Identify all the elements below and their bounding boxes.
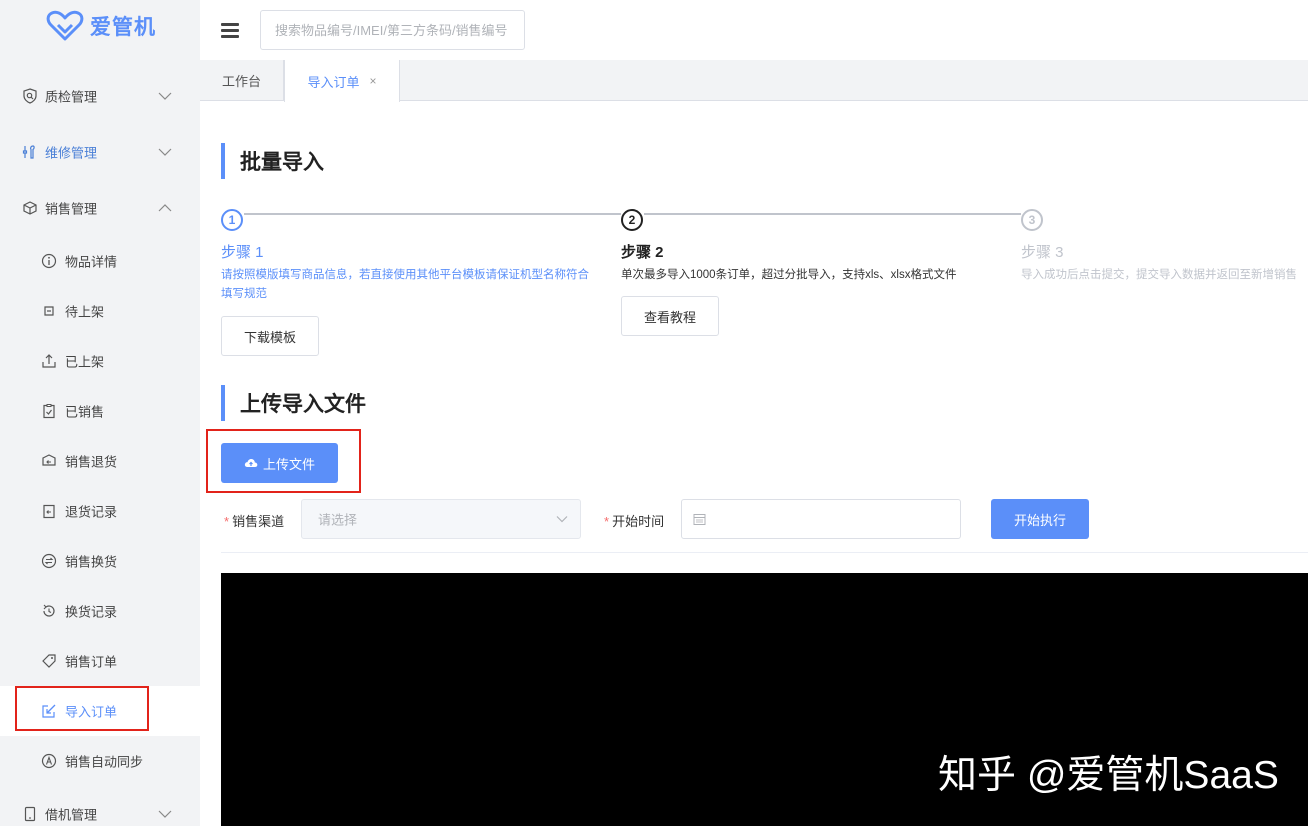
tab-label: 导入订单: [307, 74, 360, 90]
heart-logo-icon: [46, 10, 84, 41]
logo-text: 爱管机: [90, 16, 156, 39]
close-icon[interactable]: ×: [370, 74, 377, 88]
sales-channel-label: * 销售渠道: [224, 511, 284, 530]
chevron-down-icon: [158, 92, 172, 100]
calendar-icon: [693, 514, 706, 525]
sales-channel-text: 销售渠道: [232, 514, 285, 529]
sidebar-item-item-details[interactable]: 物品详情: [0, 236, 200, 286]
info-icon: [41, 253, 57, 269]
chevron-down-icon: [158, 148, 172, 156]
download-template-button[interactable]: 下载模板: [221, 316, 319, 356]
upload-icon: [42, 354, 56, 368]
tab-import-order[interactable]: 导入订单 ×: [284, 60, 400, 102]
clipboard-check-icon: [43, 404, 55, 419]
sidebar-group-loan[interactable]: 借机管理: [0, 786, 200, 826]
sidebar-item-label: 已销售: [65, 404, 105, 420]
tab-bar: 工作台 导入订单 ×: [200, 60, 1308, 102]
required-mark: *: [604, 514, 610, 529]
sidebar-item-exchange-record[interactable]: 换货记录: [0, 586, 200, 636]
tab-label: 工作台: [221, 74, 261, 89]
step-connector: [644, 213, 1021, 215]
view-tutorial-button[interactable]: 查看教程: [621, 296, 719, 336]
step-3-number: 3: [1021, 209, 1043, 231]
sidebar-item-pending-shelf[interactable]: 待上架: [0, 286, 200, 336]
sidebar-item-label: 销售自动同步: [65, 754, 144, 770]
box-icon: [23, 201, 37, 215]
batch-import-title: 批量导入: [221, 143, 324, 179]
history-icon: [43, 604, 55, 617]
sidebar-item-label: 销售订单: [65, 654, 118, 670]
search-input[interactable]: [260, 10, 525, 50]
sidebar-item-return-record[interactable]: 退货记录: [0, 486, 200, 536]
sidebar-item-sales-exchange[interactable]: 销售换货: [0, 536, 200, 586]
sidebar-group-label: 维修管理: [45, 145, 98, 161]
start-time-text: 开始时间: [612, 514, 665, 529]
step-1-title: 步骤 1: [221, 244, 264, 261]
sidebar-item-sales-order[interactable]: 销售订单: [0, 636, 200, 686]
sidebar-item-sales-return[interactable]: 销售退货: [0, 436, 200, 486]
shield-search-icon: [23, 88, 37, 104]
sales-channel-select[interactable]: 请选择: [301, 499, 581, 539]
auto-sync-icon: [41, 753, 57, 769]
sidebar-group-label: 销售管理: [45, 201, 98, 217]
sidebar-item-label: 销售换货: [65, 554, 118, 570]
sidebar-item-label: 待上架: [65, 304, 105, 320]
chevron-up-icon: [158, 204, 172, 212]
upload-file-button[interactable]: 上传文件: [221, 443, 338, 483]
step-1-desc: 请按照模版填写商品信息，若直接使用其他平台模板请保证机型名称符合填写规范: [221, 269, 589, 300]
upload-file-label: 上传文件: [262, 456, 315, 472]
cloud-upload-icon: [244, 458, 258, 467]
menu-toggle-icon[interactable]: [221, 23, 239, 39]
required-mark: *: [224, 514, 230, 529]
step-1-number: 1: [221, 209, 243, 231]
sidebar-group-sales[interactable]: 销售管理: [0, 180, 200, 236]
sidebar-group-label: 借机管理: [45, 807, 98, 823]
chevron-down-icon: [556, 516, 568, 523]
sidebar-group-label: 质检管理: [45, 89, 98, 105]
start-execute-button[interactable]: 开始执行: [991, 499, 1089, 539]
sidebar-item-on-shelf[interactable]: 已上架: [0, 336, 200, 386]
sidebar-item-label: 已上架: [65, 354, 105, 370]
start-time-picker[interactable]: [681, 499, 961, 539]
sidebar-group-repair[interactable]: 维修管理: [0, 124, 200, 180]
sidebar-group-quality[interactable]: 质检管理: [0, 68, 200, 124]
step-2-title: 步骤 2: [621, 244, 664, 261]
sidebar-item-auto-sync[interactable]: 销售自动同步: [0, 736, 200, 786]
step-2-number: 2: [621, 209, 643, 231]
watermark-text: 知乎 @爱管机SaaS: [938, 754, 1279, 797]
exchange-icon: [41, 553, 57, 569]
tab-workbench[interactable]: 工作台: [200, 60, 284, 101]
step-connector: [244, 213, 621, 215]
step-2-desc: 单次最多导入1000条订单，超过分批导入，支持xls、xlsx格式文件: [621, 269, 957, 281]
highlight-box: [15, 686, 149, 731]
sidebar-item-label: 销售退货: [65, 454, 118, 470]
tag-icon: [42, 654, 56, 668]
return-record-icon: [43, 504, 55, 519]
pending-shelf-icon: [44, 306, 54, 316]
sidebar-item-sold[interactable]: 已销售: [0, 386, 200, 436]
start-time-label: * 开始时间: [604, 511, 664, 530]
phone-icon: [24, 806, 36, 822]
divider: [221, 552, 1308, 553]
logo[interactable]: 爱管机: [46, 8, 156, 44]
select-placeholder: 请选择: [318, 512, 358, 528]
return-icon: [42, 454, 56, 466]
step-3-title: 步骤 3: [1021, 244, 1064, 261]
chevron-down-icon: [158, 810, 172, 818]
sidebar-item-label: 换货记录: [65, 604, 118, 620]
sidebar-item-label: 物品详情: [65, 254, 118, 270]
wrench-icon: [22, 145, 35, 159]
upload-file-title: 上传导入文件: [221, 385, 366, 421]
step-3-desc: 导入成功后点击提交，提交导入数据并返回至新增销售: [1021, 269, 1297, 281]
sidebar: 爱管机 质检管理 维修管理 销售管理 物品详情 待上架 已上架 已销售 销售退货…: [0, 0, 200, 826]
sidebar-item-label: 退货记录: [65, 504, 118, 520]
